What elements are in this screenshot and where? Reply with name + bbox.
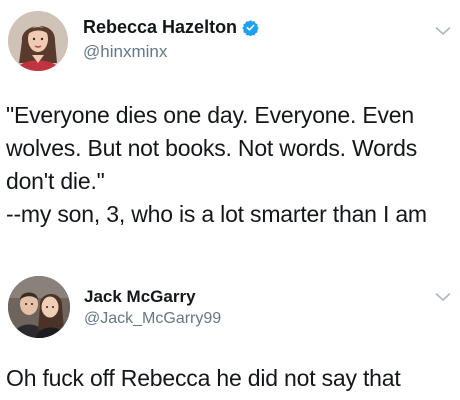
couple-portrait-image xyxy=(8,276,70,338)
tweet-text: Oh fuck off Rebecca he did not say that xyxy=(6,362,401,395)
tweet-text: "Everyone dies one day. Everyone. Even w… xyxy=(6,99,427,231)
verified-badge-icon xyxy=(242,19,259,37)
tweet-text-line: --my son, 3, who is a lot smarter than I… xyxy=(6,201,427,227)
tweet-text-line: "Everyone dies one day. Everyone. Even xyxy=(6,102,414,128)
tweet-text-line: don't die." xyxy=(6,168,105,194)
tweet: Jack McGarry @Jack_McGarry99 Oh fuck off… xyxy=(0,262,460,400)
woman-portrait-image xyxy=(8,11,68,71)
chevron-down-icon[interactable] xyxy=(435,26,451,36)
author-name-row: Jack McGarry xyxy=(84,287,196,307)
tweet-text-line: Oh fuck off Rebecca he did not say that xyxy=(6,365,401,391)
tweet-text-line: wolves. But not books. Not words. Words xyxy=(6,135,418,161)
author-handle[interactable]: @Jack_McGarry99 xyxy=(84,310,221,328)
author-name-row: Rebecca Hazelton xyxy=(83,17,259,38)
author-display-name[interactable]: Jack McGarry xyxy=(84,287,196,307)
avatar[interactable] xyxy=(8,276,70,338)
avatar[interactable] xyxy=(8,11,68,71)
author-display-name[interactable]: Rebecca Hazelton xyxy=(83,17,237,38)
chevron-down-icon[interactable] xyxy=(435,292,451,302)
tweet: Rebecca Hazelton @hinxminx "Everyone die… xyxy=(0,0,460,262)
author-handle[interactable]: @hinxminx xyxy=(83,42,167,62)
